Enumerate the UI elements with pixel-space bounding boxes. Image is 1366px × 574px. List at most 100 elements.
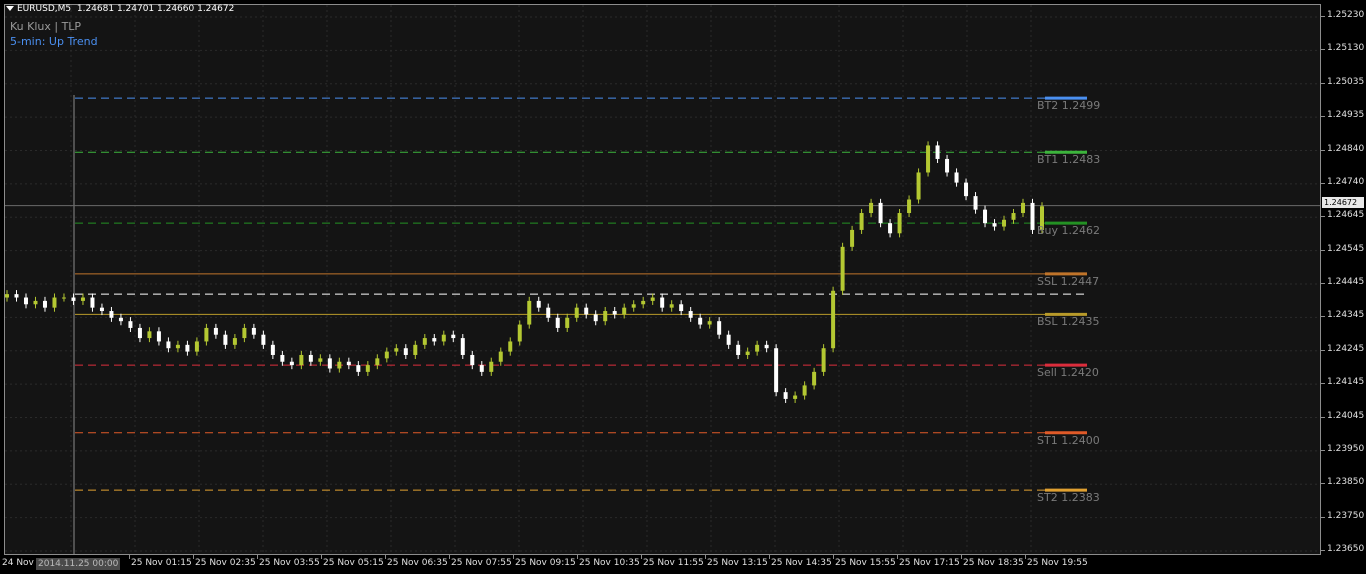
chart-background	[5, 5, 1320, 554]
candle-body	[23, 297, 28, 305]
time-tick-mark	[769, 555, 770, 559]
time-tick-label: 25 Nov 01:15	[131, 558, 192, 568]
price-tick-label: 1.24545	[1327, 243, 1365, 254]
price-tick-label: 1.23650	[1327, 544, 1365, 554]
price-tick-label: 1.25035	[1327, 76, 1365, 87]
candle-body	[394, 348, 399, 352]
price-tick-label: 1.24935	[1327, 110, 1365, 121]
time-axis[interactable]: 25 Nov 01:15 25 Nov 02:35 25 Nov 03:55 25 N…	[4, 555, 1321, 574]
time-tick-label: 25 Nov 05:15	[323, 558, 384, 568]
time-tick-mark	[1025, 555, 1026, 559]
candle-body	[983, 209, 988, 224]
candle-body	[308, 354, 313, 362]
price-tick-mark	[1321, 149, 1325, 151]
candle-body	[337, 361, 342, 369]
candle-body	[5, 294, 9, 298]
time-tick-mark	[513, 555, 514, 559]
candle-body	[850, 229, 855, 247]
candle-body	[736, 344, 741, 355]
candle-body	[669, 304, 674, 308]
candle-body	[593, 314, 598, 322]
candle-body	[802, 385, 807, 396]
candle-body	[612, 311, 617, 315]
price-tick-label: 1.23850	[1327, 477, 1365, 488]
candle-body	[603, 311, 608, 322]
candle-body	[213, 327, 218, 335]
candle-body	[451, 334, 456, 339]
candle-body	[318, 358, 323, 362]
current-price-marker: 1.24672	[1322, 197, 1364, 208]
dropdown-triangle-icon[interactable]	[6, 6, 14, 11]
candle-body	[109, 311, 114, 318]
candle-body	[897, 213, 902, 234]
price-tick-mark	[1321, 116, 1325, 118]
candle-body	[156, 331, 161, 342]
level-label-bsl: BSL 1.2435	[1037, 315, 1100, 329]
candle-body	[517, 324, 522, 342]
candle-body	[413, 344, 418, 355]
price-axis[interactable]: 1.25230 1.25130 1.25035 1.24935 1.24840 1.247…	[1321, 4, 1366, 555]
time-tick-mark	[641, 555, 642, 559]
price-tick-mark	[1321, 216, 1325, 218]
candle-body	[194, 341, 199, 352]
candle-body	[1011, 213, 1016, 220]
time-tick-mark	[385, 555, 386, 559]
time-tick-label: 25 Nov 17:15	[899, 558, 960, 568]
candle-body	[546, 307, 551, 318]
candle-body	[698, 317, 703, 325]
candle-body	[973, 196, 978, 210]
candle-body	[907, 199, 912, 214]
time-tick-mark	[321, 555, 322, 559]
price-tick-mark	[1321, 516, 1325, 518]
chart-header: EURUSD,M5 1.24681 1.24701 1.24660 1.2467…	[6, 4, 234, 14]
candle-body	[299, 354, 304, 366]
candle-body	[679, 304, 684, 312]
price-tick-mark	[1321, 283, 1325, 284]
candle-body	[783, 392, 788, 399]
level-label-buy: Buy 1.2462	[1037, 224, 1101, 238]
candle-body	[61, 297, 66, 299]
price-chart[interactable]	[5, 5, 1321, 555]
candle-body	[527, 300, 532, 325]
time-tick-label: 25 Nov 06:35	[387, 558, 448, 568]
candle-body	[261, 334, 266, 345]
candle-body	[403, 348, 408, 355]
time-tick-mark	[257, 555, 258, 559]
candle-body	[717, 321, 722, 335]
price-tick-mark	[1321, 49, 1325, 51]
cursor-time-marker: 2014.11.25 00:00	[36, 558, 121, 570]
candle-body	[137, 327, 142, 339]
time-tick-mark	[961, 555, 962, 559]
candle-body	[166, 341, 171, 349]
time-tick-label: 25 Nov 19:55	[1027, 558, 1088, 568]
candle-body	[289, 361, 294, 366]
chart-area[interactable]	[4, 4, 1321, 555]
candle-body	[42, 300, 47, 308]
candle-body	[242, 327, 247, 339]
candle-body	[812, 371, 817, 386]
candle-body	[204, 327, 209, 342]
candle-body	[726, 334, 731, 345]
time-tick-mark	[129, 555, 130, 559]
candle-body	[14, 294, 19, 298]
candle-body	[1002, 219, 1007, 227]
candle-body	[384, 351, 389, 359]
price-tick-mark	[1321, 483, 1325, 485]
price-tick-label: 1.23750	[1327, 510, 1365, 521]
candle-body	[441, 334, 446, 342]
time-tick-mark	[833, 555, 834, 559]
candle-body	[831, 290, 836, 349]
price-tick-mark	[1321, 316, 1325, 318]
price-tick-label: 1.25130	[1327, 43, 1365, 54]
price-tick-mark	[1321, 349, 1325, 351]
price-tick-label: 1.24345	[1327, 310, 1365, 321]
candle-body	[707, 321, 712, 325]
candle-body	[71, 297, 76, 301]
price-tick-label: 1.24840	[1327, 143, 1365, 154]
candle-body	[574, 307, 579, 318]
price-tick-mark	[1321, 82, 1325, 84]
price-tick-mark	[1321, 182, 1325, 184]
trend-status-label: 5-min: Up Trend	[10, 35, 98, 48]
price-tick-label: 1.23950	[1327, 443, 1365, 454]
candle-body	[755, 344, 760, 352]
